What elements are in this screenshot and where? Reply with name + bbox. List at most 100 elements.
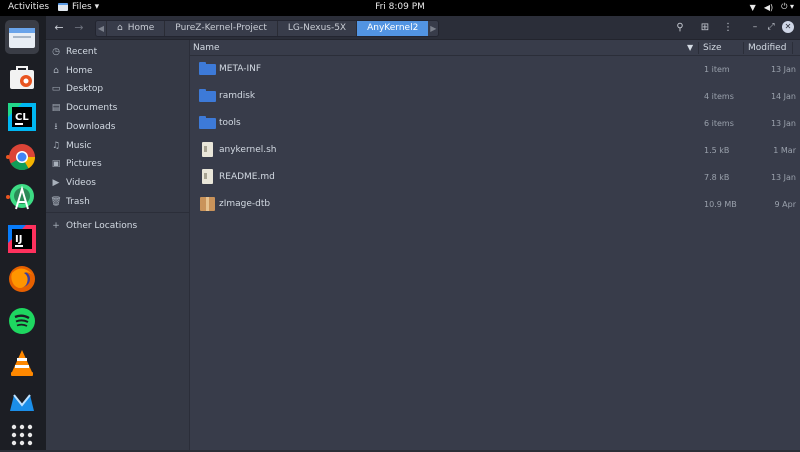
crumb-lg-nexus-5x[interactable]: LG-Nexus-5X [276,21,356,36]
grid-icon [11,424,33,446]
sidebar: ◷ Recent ⌂ Home ▭ Desktop ▤ Documents ⭳ Downl… [46,40,190,450]
spotify-icon [9,308,35,334]
folder-icon [199,88,217,104]
crumb-purez-kernel-project[interactable]: PureZ-Kernel-Project [164,21,277,36]
maximize-icon: ⤢ [767,22,775,32]
file-name: ramdisk [219,91,256,101]
activities-button[interactable]: Activities [8,2,49,12]
sidebar-item-recent[interactable]: ◷ Recent [46,43,190,61]
crumb-anykernel2[interactable]: AnyKernel2 [356,21,429,36]
file-modified: 14 Jan [770,92,796,101]
file-size: 1.5 kB [704,146,730,155]
path-scroll-right-icon[interactable]: ▶ [428,21,438,36]
file-size: 7.8 kB [704,173,730,182]
grid-view-icon: ⊞ [700,22,710,33]
app-menu[interactable]: Files ▾ [58,2,99,12]
sidebar-item-trash[interactable]: 🗑 Trash [46,193,190,211]
file-size: 6 items [704,119,734,128]
dock-intellij[interactable]: IJ [5,222,39,256]
crumb-home[interactable]: ⌂ Home [106,21,164,36]
file-name: README.md [219,172,275,182]
sidebar-item-label: Desktop [66,84,104,94]
column-modified[interactable]: Modified [748,40,786,56]
file-row[interactable]: META-INF 1 item 13 Jan [190,56,800,83]
dock-chrome[interactable] [5,140,39,174]
chrome-icon [9,144,36,171]
file-modified: 13 Jan [770,119,796,128]
top-bar: Activities Files ▾ Fri 8:09 PM ▼ ◀) ⏻ ▾ [0,0,800,16]
show-applications-button[interactable] [5,418,39,452]
clock[interactable]: Fri 8:09 PM [0,2,800,12]
dock-clion[interactable]: CL [5,100,39,134]
file-name: zImage-dtb [219,199,271,209]
documents-icon: ▤ [51,103,61,113]
svg-text:CL: CL [15,112,29,123]
kebab-menu-icon: ⋮ [723,22,733,33]
header-bar: ← → ◀ ⌂ Home PureZ-Kernel-Project LG-Nexu… [46,16,800,40]
file-row[interactable]: README.md 7.8 kB 13 Jan [190,164,800,191]
close-icon: ✕ [784,22,792,31]
minimize-button[interactable]: – [749,21,761,33]
path-scroll-left-icon[interactable]: ◀ [96,21,106,36]
minimize-icon: – [752,22,758,32]
running-indicator [6,155,10,159]
system-menu[interactable]: ▼ ◀) ⏻ ▾ [750,2,794,12]
sort-descending-icon[interactable]: ▼ [687,40,693,56]
column-divider [743,42,744,54]
file-row[interactable]: tools 6 items 13 Jan [190,110,800,137]
sidebar-item-label: Videos [66,178,96,188]
menu-button[interactable]: ⋮ [720,20,736,36]
wifi-icon: ▼ [749,2,756,12]
crumb-home-label: Home [127,23,155,33]
column-name[interactable]: Name [193,40,220,56]
dock-vlc[interactable] [5,346,39,380]
sidebar-item-pictures[interactable]: ▣ Pictures [46,155,190,173]
sidebar-item-label: Music [66,141,92,151]
dock-ubuntu-software[interactable] [5,60,39,94]
sidebar-item-desktop[interactable]: ▭ Desktop [46,80,190,98]
dock-firefox[interactable] [5,262,39,296]
column-divider [792,42,793,54]
dock-files[interactable] [5,20,39,54]
view-toggle-button[interactable]: ⊞ [697,20,713,36]
forward-button[interactable]: → [69,20,89,36]
files-window: ← → ◀ ⌂ Home PureZ-Kernel-Project LG-Nexu… [46,16,800,450]
sidebar-item-videos[interactable]: ▶ Videos [46,174,190,192]
intellij-icon: IJ [8,225,36,253]
close-button[interactable]: ✕ [782,21,794,33]
file-name: anykernel.sh [219,145,277,155]
pictures-icon: ▣ [51,159,61,169]
power-icon: ⏻ ▾ [781,2,794,11]
mailspring-icon [10,394,34,411]
clion-icon: CL [8,103,36,131]
column-divider [698,42,699,54]
desktop-icon: ▭ [51,84,61,94]
dock-mailspring[interactable] [5,386,39,420]
column-size[interactable]: Size [703,40,721,56]
search-button[interactable]: ⚲ [672,20,688,36]
file-row[interactable]: zImage-dtb 10.9 MB 9 Apr [190,191,800,218]
dock-spotify[interactable] [5,304,39,338]
running-indicator [6,195,10,199]
sidebar-item-documents[interactable]: ▤ Documents [46,99,190,117]
path-bar: ◀ ⌂ Home PureZ-Kernel-Project LG-Nexus-5X… [95,20,440,37]
sidebar-item-home[interactable]: ⌂ Home [46,62,190,80]
file-row[interactable]: ramdisk 4 items 14 Jan [190,83,800,110]
sidebar-item-label: Downloads [66,122,116,132]
file-modified: 13 Jan [770,65,796,74]
file-size: 1 item [704,65,730,74]
sidebar-item-music[interactable]: ♫ Music [46,137,190,155]
sidebar-item-other-locations[interactable]: + Other Locations [46,217,190,235]
sidebar-item-downloads[interactable]: ⭳ Downloads [46,118,190,136]
volume-icon: ◀) [763,2,774,12]
home-icon: ⌂ [53,66,59,76]
plus-icon: + [52,221,60,231]
file-row[interactable]: anykernel.sh 1.5 kB 1 Mar [190,137,800,164]
folder-icon [199,61,217,77]
sidebar-item-label: Other Locations [66,221,138,231]
files-icon [58,3,68,11]
dock-android-studio[interactable] [5,180,39,214]
maximize-button[interactable]: ⤢ [765,21,777,33]
back-button[interactable]: ← [49,20,69,36]
search-icon: ⚲ [676,22,684,33]
